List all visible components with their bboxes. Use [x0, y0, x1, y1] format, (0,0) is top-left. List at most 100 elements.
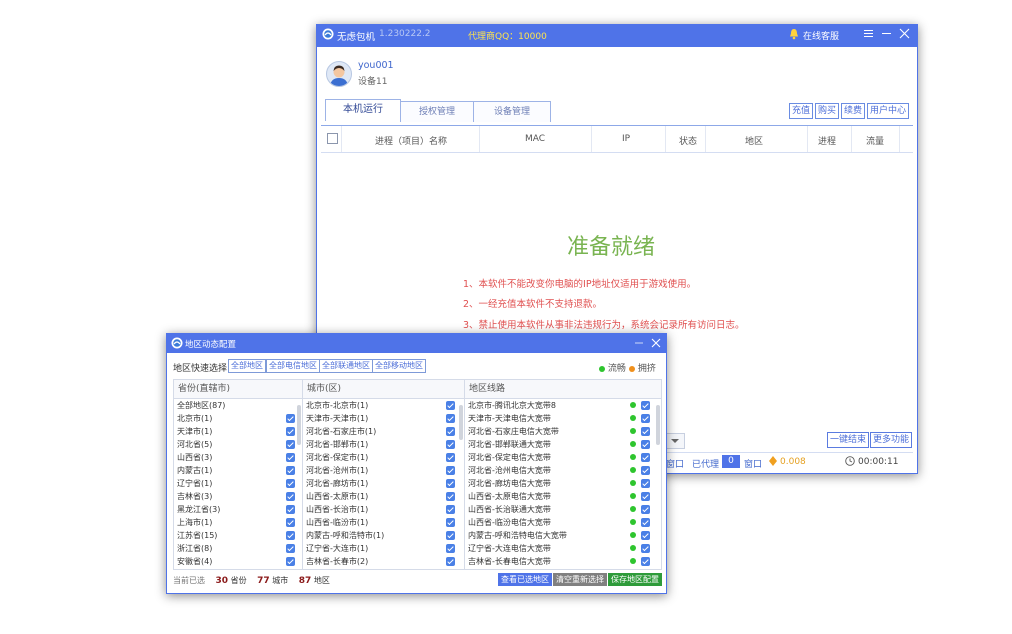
line-item[interactable]: 河北省-石家庄电信大宽带 [468, 425, 559, 438]
line-scrollbar[interactable] [656, 405, 660, 445]
tab-auth-management[interactable]: 授权管理 [400, 101, 474, 122]
online-service-link[interactable]: 在线客服 [803, 29, 839, 42]
checkbox[interactable] [446, 414, 455, 423]
city-item[interactable]: 河北省-廊坊市(1) [306, 477, 368, 490]
line-item[interactable]: 河北省-廊坊电信大宽带 [468, 477, 551, 490]
renew-button[interactable]: 续费 [841, 103, 866, 119]
province-item[interactable]: 上海市(1) [177, 516, 212, 529]
checkbox[interactable] [641, 440, 650, 449]
all-regions-button[interactable]: 全部地区 [228, 359, 266, 373]
view-selected-button[interactable]: 查看已选地区 [498, 573, 552, 586]
clear-reselect-button[interactable]: 清空重新选择 [553, 573, 607, 586]
province-scrollbar[interactable] [297, 405, 301, 445]
checkbox[interactable] [446, 518, 455, 527]
end-all-button[interactable]: 一键结束 [827, 432, 870, 448]
checkbox[interactable] [286, 557, 295, 566]
province-item[interactable]: 山西省(3) [177, 451, 212, 464]
all-unicom-button[interactable]: 全部联通地区 [319, 359, 373, 373]
line-item[interactable]: 内蒙古-呼和浩特电信大宽带 [468, 529, 567, 542]
province-item[interactable]: 吉林省(3) [177, 490, 212, 503]
checkbox[interactable] [286, 544, 295, 553]
buy-button[interactable]: 购买 [815, 103, 840, 119]
line-item[interactable]: 山西省-长治联通大宽带 [468, 503, 551, 516]
city-item[interactable]: 辽宁省-大连市(1) [306, 542, 368, 555]
province-item[interactable]: 浙江省(8) [177, 542, 212, 555]
close-icon[interactable] [651, 338, 661, 351]
city-item[interactable]: 山西省-临汾市(1) [306, 516, 368, 529]
checkbox[interactable] [641, 505, 650, 514]
checkbox[interactable] [286, 505, 295, 514]
checkbox[interactable] [286, 518, 295, 527]
select-all-checkbox[interactable] [327, 133, 338, 144]
minimize-icon[interactable] [634, 338, 644, 351]
province-item[interactable]: 全部地区(87) [177, 399, 225, 412]
checkbox[interactable] [641, 414, 650, 423]
all-telecom-button[interactable]: 全部电信地区 [266, 359, 320, 373]
checkbox[interactable] [286, 531, 295, 540]
checkbox[interactable] [641, 544, 650, 553]
close-icon[interactable] [899, 28, 910, 42]
save-region-button[interactable]: 保存地区配置 [608, 573, 662, 586]
checkbox[interactable] [641, 401, 650, 410]
line-item[interactable]: 天津市-天津电信大宽带 [468, 412, 551, 425]
checkbox[interactable] [446, 479, 455, 488]
checkbox[interactable] [446, 427, 455, 436]
city-item[interactable]: 河北省-邯郸市(1) [306, 438, 368, 451]
city-item[interactable]: 山西省-太原市(1) [306, 490, 368, 503]
line-item[interactable]: 北京市-腾讯北京大宽带8 [468, 399, 556, 412]
checkbox[interactable] [286, 466, 295, 475]
checkbox[interactable] [446, 557, 455, 566]
line-item[interactable]: 辽宁省-大连电信大宽带 [468, 542, 551, 555]
checkbox[interactable] [641, 453, 650, 462]
line-item[interactable]: 山西省-太原电信大宽带 [468, 490, 551, 503]
province-item[interactable]: 黑龙江省(3) [177, 503, 220, 516]
menu-icon[interactable] [863, 28, 874, 42]
line-item[interactable]: 河北省-保定电信大宽带 [468, 451, 551, 464]
checkbox[interactable] [446, 531, 455, 540]
city-item[interactable]: 河北省-沧州市(1) [306, 464, 368, 477]
province-item[interactable]: 安徽省(4) [177, 555, 212, 568]
checkbox[interactable] [641, 466, 650, 475]
checkbox[interactable] [446, 453, 455, 462]
tab-device-management[interactable]: 设备管理 [473, 101, 551, 122]
province-item[interactable]: 天津市(1) [177, 425, 212, 438]
dropdown-toggle[interactable] [665, 433, 685, 449]
line-item[interactable]: 山西省-临汾电信大宽带 [468, 516, 551, 529]
city-item[interactable]: 河北省-石家庄市(1) [306, 425, 376, 438]
province-item[interactable]: 江苏省(15) [177, 529, 217, 542]
checkbox[interactable] [286, 440, 295, 449]
city-item[interactable]: 内蒙古-呼和浩特市(1) [306, 529, 384, 542]
checkbox[interactable] [286, 492, 295, 501]
checkbox[interactable] [446, 492, 455, 501]
more-functions-button[interactable]: 更多功能 [870, 432, 913, 448]
city-item[interactable]: 吉林省-长春市(2) [306, 555, 368, 568]
city-item[interactable]: 山西省-长治市(1) [306, 503, 368, 516]
line-item[interactable]: 吉林省-长春电信大宽带 [468, 555, 551, 568]
checkbox[interactable] [286, 479, 295, 488]
checkbox[interactable] [446, 544, 455, 553]
province-item[interactable]: 内蒙古(1) [177, 464, 212, 477]
recharge-button[interactable]: 充值 [789, 103, 814, 119]
tab-local-run[interactable]: 本机运行 [325, 99, 401, 121]
province-item[interactable]: 河北省(5) [177, 438, 212, 451]
user-center-button[interactable]: 用户中心 [867, 103, 910, 119]
line-item[interactable]: 河北省-邯郸联通大宽带 [468, 438, 551, 451]
city-item[interactable]: 河北省-保定市(1) [306, 451, 368, 464]
minimize-icon[interactable] [881, 28, 892, 42]
checkbox[interactable] [641, 427, 650, 436]
all-mobile-button[interactable]: 全部移动地区 [372, 359, 426, 373]
user-name[interactable]: you001 [358, 60, 394, 71]
province-item[interactable]: 北京市(1) [177, 412, 212, 425]
province-item[interactable]: 辽宁省(1) [177, 477, 212, 490]
checkbox[interactable] [641, 492, 650, 501]
checkbox[interactable] [446, 440, 455, 449]
city-item[interactable]: 天津市-天津市(1) [306, 412, 368, 425]
line-item[interactable]: 河北省-沧州电信大宽带 [468, 464, 551, 477]
city-scrollbar[interactable] [459, 405, 463, 440]
checkbox[interactable] [641, 531, 650, 540]
checkbox[interactable] [446, 401, 455, 410]
checkbox[interactable] [641, 518, 650, 527]
checkbox[interactable] [641, 557, 650, 566]
checkbox[interactable] [286, 414, 295, 423]
checkbox[interactable] [286, 427, 295, 436]
